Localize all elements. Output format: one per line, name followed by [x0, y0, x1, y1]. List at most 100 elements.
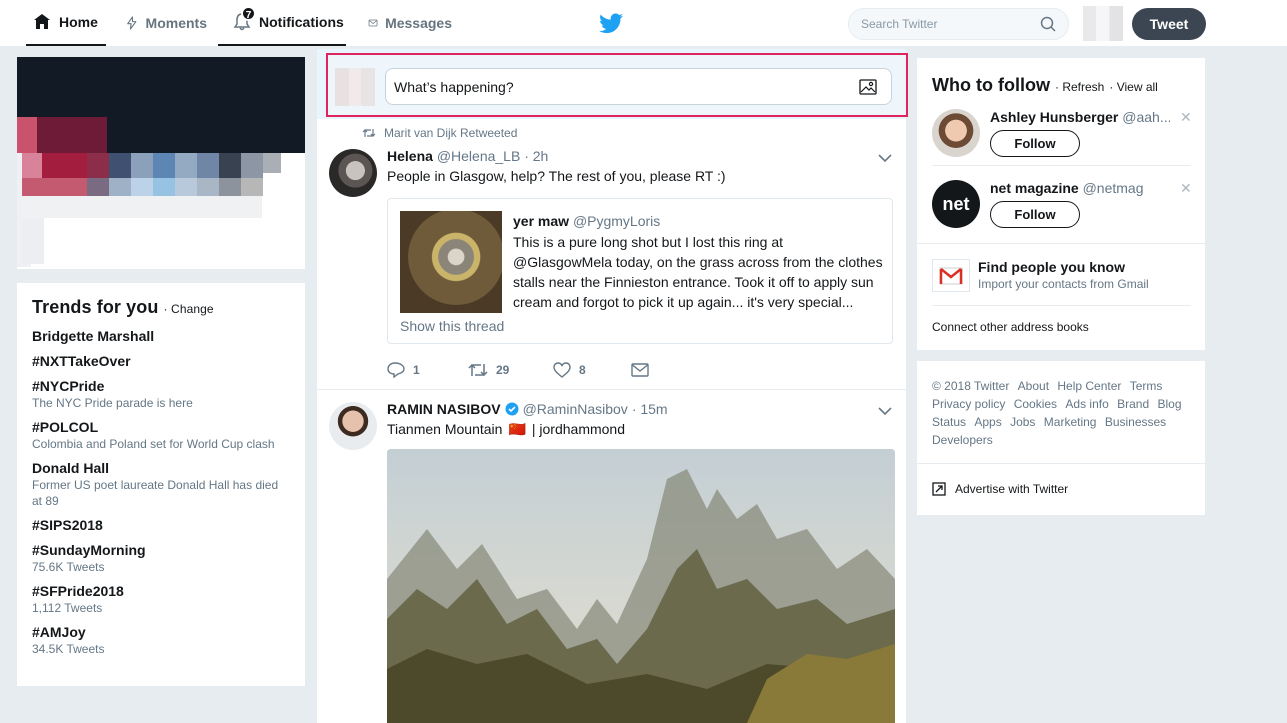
- helena-avatar[interactable]: [329, 149, 377, 197]
- retweet-context[interactable]: Marit van Dijk Retweeted: [362, 126, 517, 140]
- tweet-text: Tianmen Mountain 🇨🇳 | jordhammond: [387, 419, 625, 439]
- nav-moments-tab[interactable]: Moments: [119, 0, 213, 46]
- retweet-action[interactable]: 29: [468, 362, 553, 378]
- footer-link[interactable]: Terms: [1130, 377, 1163, 395]
- quoted-author-handle: @PygmyLoris: [572, 213, 661, 229]
- who-to-follow-heading: Who to follow: [932, 75, 1050, 95]
- tweet-actions: 1 29 8: [387, 362, 712, 378]
- tweet-divider: [317, 389, 906, 390]
- trend-name: Donald Hall: [32, 460, 110, 476]
- trend-item[interactable]: Donald Hall Former US poet laureate Donal…: [32, 459, 290, 509]
- tweet-photo[interactable]: [387, 449, 895, 723]
- top-navigation-bar: Home Moments 7 Notifications Messages Tw…: [0, 0, 1287, 47]
- follow-button[interactable]: Follow: [990, 130, 1080, 157]
- profile-avatar-button[interactable]: [1083, 6, 1123, 41]
- connect-address-books-link[interactable]: Connect other address books: [932, 320, 1089, 334]
- footer-link[interactable]: Brand: [1117, 395, 1149, 413]
- envelope-icon: [368, 19, 378, 27]
- nav-notifications-tab[interactable]: 7 Notifications: [218, 0, 346, 46]
- dismiss-suggestion-icon[interactable]: ✕: [1180, 180, 1192, 197]
- profile-pixel-block: [263, 153, 281, 173]
- image-upload-icon[interactable]: [859, 78, 877, 95]
- like-action[interactable]: 8: [553, 362, 631, 378]
- suggested-name: Ashley Hunsberger: [990, 109, 1119, 125]
- trend-description: Former US poet laureate Donald Hall has …: [32, 478, 279, 508]
- footer-link[interactable]: Help Center: [1057, 377, 1121, 395]
- footer-link[interactable]: Privacy policy: [932, 395, 1005, 413]
- like-count: 8: [579, 363, 586, 377]
- trend-description: 75.6K Tweets: [32, 560, 105, 574]
- quoted-author-name: yer maw: [513, 213, 570, 229]
- follow-button[interactable]: Follow: [990, 201, 1080, 228]
- show-thread-link[interactable]: Show this thread: [400, 318, 504, 334]
- dismiss-suggestion-icon[interactable]: ✕: [1180, 109, 1192, 126]
- verified-badge-icon: [505, 402, 519, 416]
- trends-change-link[interactable]: · Change: [164, 302, 214, 316]
- trend-item[interactable]: #NYCPride The NYC Pride parade is here: [32, 377, 290, 411]
- tweet-header[interactable]: RAMIN NASIBOV @RaminNasibov · 15m: [387, 401, 668, 417]
- twitter-bird-logo-icon[interactable]: [598, 13, 624, 35]
- tweet-author-name: Helena: [387, 148, 433, 164]
- quoted-tweet-image[interactable]: [400, 211, 502, 313]
- gmail-icon[interactable]: [932, 259, 970, 292]
- compose-tweet-input[interactable]: What’s happening?: [385, 68, 892, 105]
- footer-link[interactable]: Jobs: [1010, 413, 1035, 431]
- net-magazine-avatar[interactable]: net: [932, 180, 980, 228]
- ashley-avatar[interactable]: [932, 109, 980, 157]
- nav-notifications-label: Notifications: [259, 14, 344, 30]
- find-people-title[interactable]: Find people you know: [978, 259, 1125, 275]
- footer-link[interactable]: Apps: [974, 413, 1001, 431]
- trend-description: The NYC Pride parade is here: [32, 396, 193, 410]
- footer-link[interactable]: Cookies: [1014, 395, 1057, 413]
- chevron-down-icon[interactable]: [878, 406, 892, 416]
- ramin-avatar[interactable]: [329, 402, 377, 450]
- footer-link[interactable]: Blog: [1157, 395, 1181, 413]
- footer-link[interactable]: Developers: [932, 431, 993, 449]
- nav-moments-label: Moments: [145, 15, 207, 31]
- reply-icon: [387, 362, 405, 378]
- footer-link[interactable]: © 2018 Twitter: [932, 377, 1009, 395]
- footer-links: © 2018 Twitter About Help Center Terms P…: [932, 377, 1192, 449]
- profile-pixel-block: [197, 178, 219, 196]
- trend-item[interactable]: Bridgette Marshall: [32, 327, 290, 345]
- trend-item[interactable]: #POLCOL Colombia and Poland set for World…: [32, 418, 290, 452]
- profile-pixel-block: [241, 178, 263, 196]
- search-box[interactable]: [848, 8, 1069, 40]
- refresh-link[interactable]: · Refresh: [1055, 80, 1104, 94]
- profile-card[interactable]: [17, 57, 305, 269]
- footer-link[interactable]: Businesses: [1105, 413, 1166, 431]
- trend-description: Colombia and Poland set for World Cup cl…: [32, 437, 275, 451]
- footer-link[interactable]: Ads info: [1065, 395, 1108, 413]
- view-all-link[interactable]: · View all: [1109, 80, 1157, 94]
- nav-home-label: Home: [59, 14, 98, 30]
- suggested-handle: @netmag: [1082, 180, 1144, 196]
- trends-panel: Trends for you · Change Bridgette Marsha…: [17, 283, 305, 686]
- tweet-header[interactable]: Helena @Helena_LB · 2h: [387, 148, 548, 164]
- footer-link[interactable]: Marketing: [1044, 413, 1097, 431]
- trend-name: #AMJoy: [32, 624, 86, 640]
- profile-pixel-block: [175, 153, 197, 178]
- search-input[interactable]: [861, 17, 1031, 31]
- reply-count: 1: [413, 363, 420, 377]
- nav-home-tab[interactable]: Home: [26, 0, 106, 46]
- search-icon[interactable]: [1040, 16, 1056, 32]
- find-people-subtitle: Import your contacts from Gmail: [978, 277, 1149, 291]
- tweet-button[interactable]: Tweet: [1132, 8, 1206, 40]
- dm-share-action[interactable]: [631, 362, 712, 378]
- suggested-account-name[interactable]: Ashley Hunsberger @aah...: [990, 109, 1170, 125]
- nav-messages-tab[interactable]: Messages: [362, 0, 458, 46]
- trend-item[interactable]: #SIPS2018: [32, 516, 290, 534]
- footer-link[interactable]: About: [1018, 377, 1049, 395]
- footer-link[interactable]: Status: [932, 413, 966, 431]
- chevron-down-icon[interactable]: [878, 153, 892, 163]
- reply-action[interactable]: 1: [387, 362, 468, 378]
- advertise-link[interactable]: Advertise with Twitter: [932, 482, 1068, 496]
- trend-item[interactable]: #SFPride2018 1,112 Tweets: [32, 582, 290, 616]
- trend-name: #SFPride2018: [32, 583, 124, 599]
- trend-item[interactable]: #SundayMorning 75.6K Tweets: [32, 541, 290, 575]
- trend-item[interactable]: #NXTTakeOver: [32, 352, 290, 370]
- profile-pixel-block: [42, 153, 87, 178]
- trend-description: 1,112 Tweets: [32, 601, 103, 615]
- trend-item[interactable]: #AMJoy 34.5K Tweets: [32, 623, 290, 657]
- suggested-account-name[interactable]: net magazine @netmag: [990, 180, 1144, 196]
